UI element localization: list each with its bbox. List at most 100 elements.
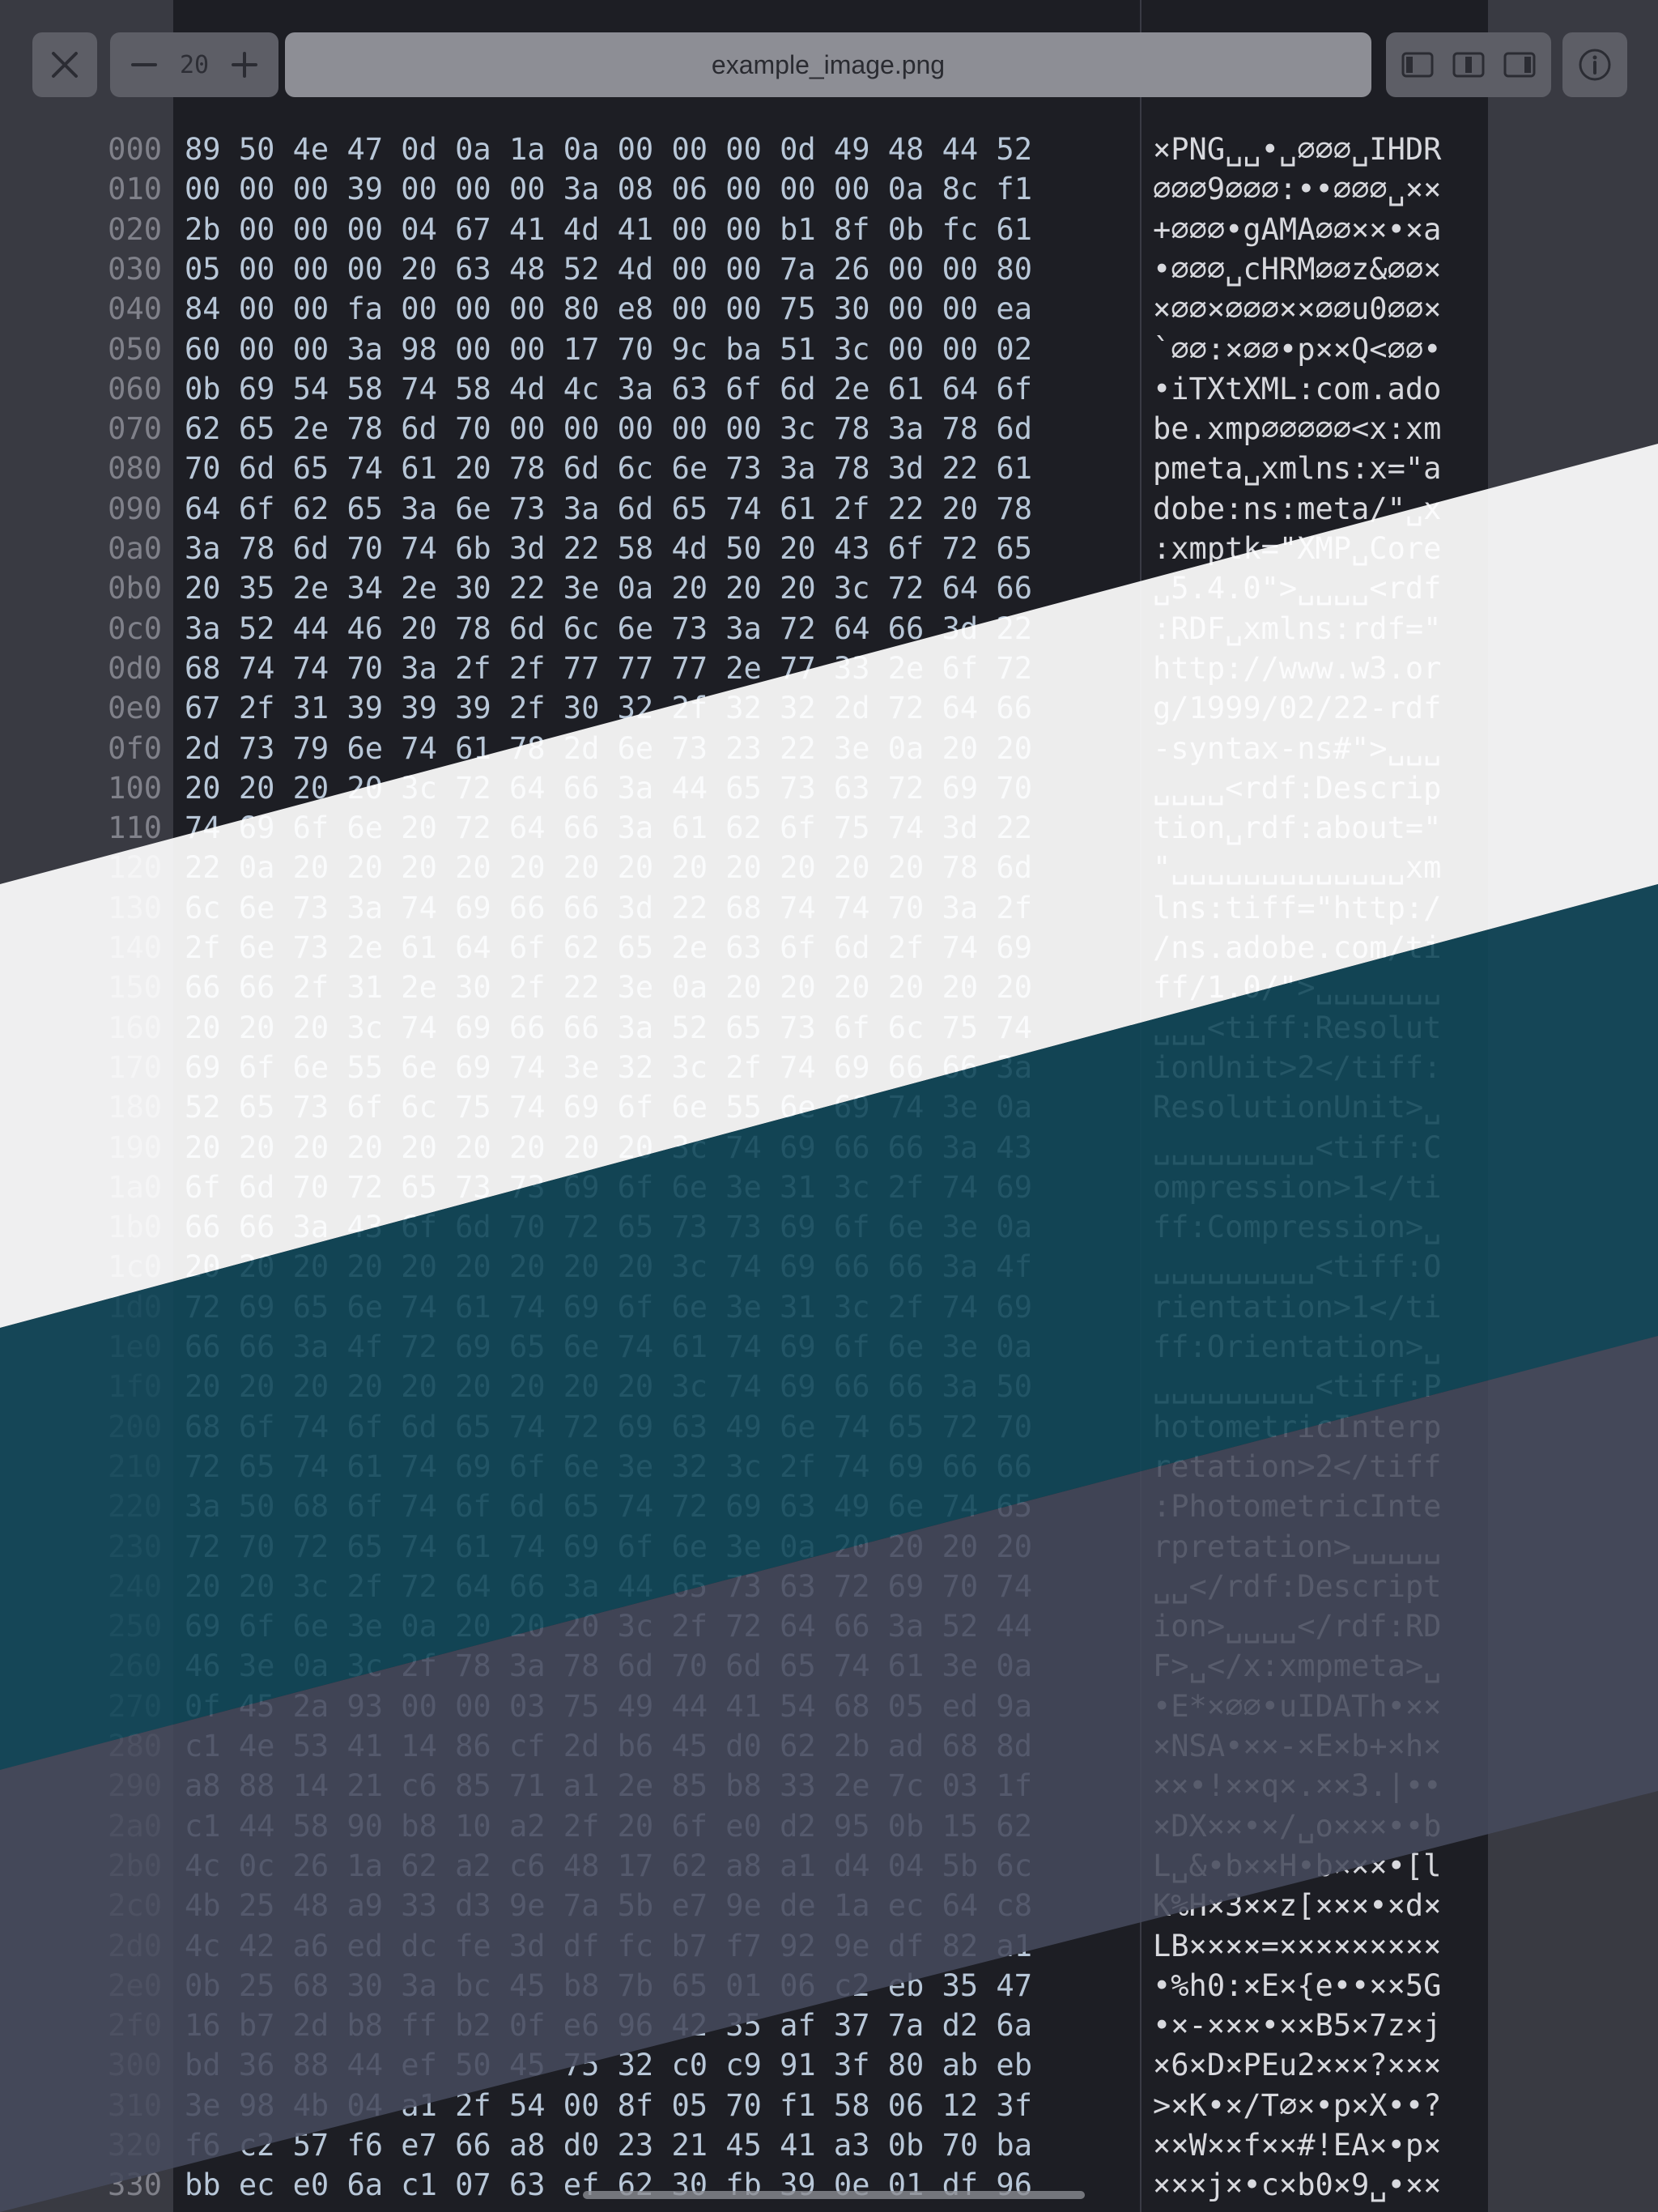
row-ascii[interactable]: http://www.w3.or [1153, 649, 1441, 688]
row-hex-bytes[interactable]: 69 6f 6e 55 6e 69 74 3e 32 3c 2f 74 69 6… [185, 1048, 1032, 1087]
row-hex-bytes[interactable]: 64 6f 62 65 3a 6e 73 3a 6d 65 74 61 2f 2… [185, 489, 1032, 529]
row-hex-bytes[interactable]: 52 65 73 6f 6c 75 74 69 6f 6e 55 6e 69 7… [185, 1087, 1032, 1127]
row-ascii[interactable]: •iTXtXML:com.ado [1153, 369, 1441, 409]
row-hex-bytes[interactable]: 68 6f 74 6f 6d 65 74 72 69 63 49 6e 74 6… [185, 1407, 1032, 1447]
row-hex-bytes[interactable]: 6c 6e 73 3a 74 69 66 66 3d 22 68 74 74 7… [185, 888, 1032, 928]
row-ascii[interactable]: ion>␣␣␣␣</rdf:RD [1153, 1606, 1441, 1646]
row-ascii[interactable]: lns:tiff="http:/ [1153, 888, 1441, 928]
row-ascii[interactable]: •E*×∅∅•uIDATh•×× [1153, 1687, 1441, 1726]
row-hex-bytes[interactable]: 60 00 00 3a 98 00 00 17 70 9c ba 51 3c 0… [185, 330, 1032, 369]
row-hex-bytes[interactable]: 20 20 20 20 20 20 20 20 20 3c 74 69 66 6… [185, 1247, 1032, 1287]
row-ascii[interactable]: ×6×D×PEu2×××?××× [1153, 2045, 1441, 2085]
row-ascii[interactable]: dobe:ns:meta/"␣x [1153, 489, 1441, 529]
row-ascii[interactable]: ␣5.4.0">␣␣␣␣<rdf [1153, 568, 1441, 608]
row-hex-bytes[interactable]: 3e 98 4b 04 a1 2f 54 00 8f 05 70 f1 58 0… [185, 2086, 1032, 2125]
row-hex-bytes[interactable]: 2b 00 00 00 04 67 41 4d 41 00 00 b1 8f 0… [185, 210, 1032, 249]
row-hex-bytes[interactable]: 67 2f 31 39 39 39 2f 30 32 2f 32 32 2d 7… [185, 688, 1032, 728]
row-ascii[interactable]: •∅∅∅␣cHRM∅∅z&∅∅× [1153, 249, 1441, 289]
row-ascii[interactable]: ␣␣␣␣␣␣␣␣␣<tiff:P [1153, 1367, 1441, 1406]
row-ascii[interactable]: ×∅∅×∅∅∅××∅∅u0∅∅× [1153, 289, 1441, 329]
row-hex-bytes[interactable]: 68 74 74 70 3a 2f 2f 77 77 77 2e 77 33 2… [185, 649, 1032, 688]
row-hex-bytes[interactable]: 4b 25 48 a9 33 d3 9e 7a 5b e7 9e de 1a e… [185, 1886, 1032, 1925]
row-ascii[interactable]: ␣␣␣<tiff:Resolut [1153, 1008, 1441, 1048]
zoom-in-button[interactable] [222, 42, 267, 87]
row-ascii[interactable]: ff:Orientation>␣ [1153, 1327, 1441, 1367]
row-hex-bytes[interactable]: 74 69 6f 6e 20 72 64 66 3a 61 62 6f 75 7… [185, 808, 1032, 848]
row-ascii[interactable]: :RDF␣xmlns:rdf=" [1153, 609, 1441, 649]
row-hex-bytes[interactable]: 20 20 20 20 20 20 20 20 20 3c 74 69 66 6… [185, 1128, 1032, 1168]
row-ascii[interactable]: rientation>1</ti [1153, 1287, 1441, 1327]
row-ascii[interactable]: +∅∅∅•gAMA∅∅××•×a [1153, 210, 1441, 249]
row-hex-bytes[interactable]: 20 20 20 3c 74 69 66 66 3a 52 65 73 6f 6… [185, 1008, 1032, 1048]
row-hex-bytes[interactable]: 0b 25 68 30 3a bc 45 b8 7b 65 01 06 c2 e… [185, 1966, 1032, 2006]
row-hex-bytes[interactable]: 0f 45 2a 93 00 00 03 75 49 44 41 54 68 0… [185, 1687, 1032, 1726]
row-ascii[interactable]: ×××j×•c×b0×9␣•×× [1153, 2165, 1441, 2205]
row-ascii[interactable]: ×DX××•×/␣o×××••b [1153, 1806, 1441, 1846]
row-hex-bytes[interactable]: 4c 42 a6 ed dc fe 3d df fc b7 f7 92 9e d… [185, 1926, 1032, 1966]
row-ascii[interactable]: ␣␣␣␣␣␣␣␣␣<tiff:O [1153, 1247, 1441, 1287]
row-ascii[interactable]: F>␣</x:xmpmeta>␣ [1153, 1646, 1441, 1686]
row-ascii[interactable]: "␣␣␣␣␣␣␣␣␣␣␣␣␣xm [1153, 848, 1441, 887]
row-hex-bytes[interactable]: 66 66 2f 31 2e 30 2f 22 3e 0a 20 20 20 2… [185, 968, 1032, 1007]
zoom-value[interactable]: 20 [180, 51, 209, 79]
row-ascii[interactable]: -syntax-ns#">␣␣␣ [1153, 729, 1441, 768]
row-ascii[interactable]: ×PNG␣␣•␣∅∅∅␣IHDR [1153, 130, 1441, 169]
row-ascii[interactable]: L␣&•b××H•b×××•[l [1153, 1846, 1441, 1886]
row-hex-bytes[interactable]: 20 35 2e 34 2e 30 22 3e 0a 20 20 20 3c 7… [185, 568, 1032, 608]
row-hex-bytes[interactable]: a8 88 14 21 c6 85 71 a1 2e 85 b8 33 2e 7… [185, 1766, 1032, 1806]
row-hex-bytes[interactable]: 72 70 72 65 74 61 74 69 6f 6e 3e 0a 20 2… [185, 1527, 1032, 1567]
row-ascii[interactable]: ff/1.0/">␣␣␣␣␣␣␣ [1153, 968, 1441, 1007]
row-ascii[interactable]: be.xmp∅∅∅∅∅<x:xm [1153, 409, 1441, 449]
row-hex-bytes[interactable]: 70 6d 65 74 61 20 78 6d 6c 6e 73 3a 78 3… [185, 449, 1032, 488]
row-ascii[interactable]: rpretation>␣␣␣␣␣ [1153, 1527, 1441, 1567]
row-hex-bytes[interactable]: 69 6f 6e 3e 0a 20 20 20 3c 2f 72 64 66 3… [185, 1606, 1032, 1646]
close-button[interactable] [32, 32, 97, 97]
row-hex-bytes[interactable]: 72 65 74 61 74 69 6f 6e 3e 32 3c 2f 74 6… [185, 1447, 1032, 1487]
row-ascii[interactable]: ionUnit>2</tiff: [1153, 1048, 1441, 1087]
row-hex-bytes[interactable]: 84 00 00 fa 00 00 00 80 e8 00 00 75 30 0… [185, 289, 1032, 329]
row-hex-bytes[interactable]: 72 69 65 6e 74 61 74 69 6f 6e 3e 31 3c 2… [185, 1287, 1032, 1327]
info-button[interactable] [1562, 32, 1627, 97]
row-hex-bytes[interactable]: 2d 73 79 6e 74 61 78 2d 6e 73 23 22 3e 0… [185, 729, 1032, 768]
row-hex-bytes[interactable]: 20 20 20 20 3c 72 64 66 3a 44 65 73 63 7… [185, 768, 1032, 808]
row-ascii[interactable]: ompression>1</ti [1153, 1168, 1441, 1207]
row-hex-bytes[interactable]: 20 20 20 20 20 20 20 20 20 3c 74 69 66 6… [185, 1367, 1032, 1406]
row-ascii[interactable]: •%h0:×E×{e••××5G [1153, 1966, 1441, 2006]
layout-left-button[interactable] [1395, 42, 1440, 87]
row-ascii[interactable]: •×-×××•××B5×7z×j [1153, 2006, 1441, 2045]
row-hex-bytes[interactable]: 05 00 00 00 20 63 48 52 4d 00 00 7a 26 0… [185, 249, 1032, 289]
row-ascii[interactable]: >×K•×/T∅×•p×X••? [1153, 2086, 1441, 2125]
row-ascii[interactable]: :PhotometricInte [1153, 1487, 1441, 1526]
row-hex-bytes[interactable]: 3a 50 68 6f 74 6f 6d 65 74 72 69 63 49 6… [185, 1487, 1032, 1526]
row-ascii[interactable]: pmeta␣xmlns:x="a [1153, 449, 1441, 488]
row-hex-bytes[interactable]: 46 3e 0a 3c 2f 78 3a 78 6d 70 6d 65 74 6… [185, 1646, 1032, 1686]
row-ascii[interactable]: ␣␣␣␣␣␣␣␣␣<tiff:C [1153, 1128, 1441, 1168]
home-indicator[interactable] [583, 2191, 1085, 2199]
row-ascii[interactable]: ×NSA•××-×E×b+×h× [1153, 1726, 1441, 1766]
row-hex-bytes[interactable]: 66 66 3a 4f 72 69 65 6e 74 61 74 69 6f 6… [185, 1327, 1032, 1367]
row-hex-bytes[interactable]: c1 44 58 90 b8 10 a2 2f 20 6f e0 d2 95 0… [185, 1806, 1032, 1846]
row-ascii[interactable]: /ns.adobe.com/ti [1153, 928, 1441, 968]
row-hex-bytes[interactable]: bd 36 88 44 ef 50 45 75 32 c0 c9 91 3f 8… [185, 2045, 1032, 2085]
row-hex-bytes[interactable]: 3a 52 44 46 20 78 6d 6c 6e 73 3a 72 64 6… [185, 609, 1032, 649]
row-ascii[interactable]: ××•!××q×.××3.|•• [1153, 1766, 1441, 1806]
row-ascii[interactable]: LB××××=××××××××× [1153, 1926, 1441, 1966]
row-hex-bytes[interactable]: 0b 69 54 58 74 58 4d 4c 3a 63 6f 6d 2e 6… [185, 369, 1032, 409]
row-ascii[interactable]: hotometricInterp [1153, 1407, 1441, 1447]
row-ascii[interactable]: ResolutionUnit>␣ [1153, 1087, 1441, 1127]
row-hex-bytes[interactable]: 20 20 3c 2f 72 64 66 3a 44 65 73 63 72 6… [185, 1567, 1032, 1606]
row-ascii[interactable]: ␣␣␣␣<rdf:Descrip [1153, 768, 1441, 808]
layout-right-button[interactable] [1497, 42, 1542, 87]
row-ascii[interactable]: K%H×3××z[×××•×d× [1153, 1886, 1441, 1925]
row-ascii[interactable]: tion␣rdf:about=" [1153, 808, 1441, 848]
row-hex-bytes[interactable]: 3a 78 6d 70 74 6b 3d 22 58 4d 50 20 43 6… [185, 529, 1032, 568]
row-ascii[interactable]: `∅∅:×∅∅•p××Q<∅∅• [1153, 330, 1441, 369]
row-hex-bytes[interactable]: f6 c2 57 f6 e7 66 a8 d0 23 21 45 41 a3 0… [185, 2125, 1032, 2165]
layout-split-button[interactable] [1446, 42, 1491, 87]
row-ascii[interactable]: ␣␣</rdf:Descript [1153, 1567, 1441, 1606]
row-ascii[interactable]: ××W××f××#!EA×•p× [1153, 2125, 1441, 2165]
row-ascii[interactable]: ∅∅∅9∅∅∅:••∅∅∅␣×× [1153, 169, 1441, 209]
row-hex-bytes[interactable]: 22 0a 20 20 20 20 20 20 20 20 20 20 20 2… [185, 848, 1032, 887]
row-hex-bytes[interactable]: 16 b7 2d b8 ff b2 0f e6 96 42 35 af 37 7… [185, 2006, 1032, 2045]
row-hex-bytes[interactable]: 00 00 00 39 00 00 00 3a 08 06 00 00 00 0… [185, 169, 1032, 209]
